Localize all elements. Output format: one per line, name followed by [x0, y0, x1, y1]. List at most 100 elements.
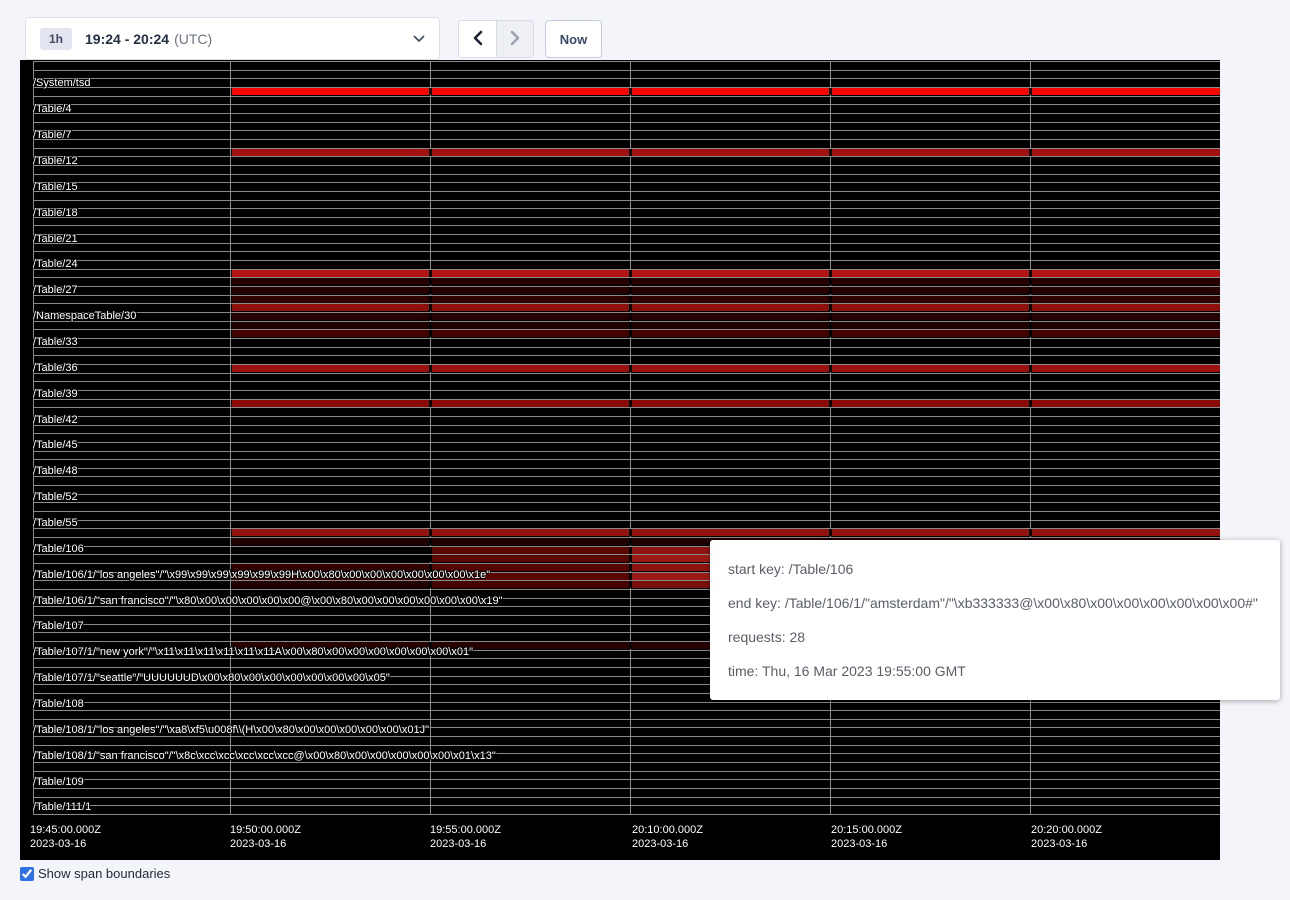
- heat-band: [1032, 322, 1220, 329]
- heat-band: [232, 538, 429, 545]
- heat-band: [232, 365, 429, 372]
- heat-band: [232, 581, 429, 588]
- heat-band: [832, 400, 1029, 407]
- heat-band: [432, 149, 629, 156]
- span-boundary-line: [33, 156, 1220, 157]
- x-axis-label: 19:55:00.000Z2023-03-16: [430, 823, 501, 851]
- span-boundary-line: [33, 182, 1220, 183]
- span-boundary-line: [33, 762, 1220, 763]
- key-label: /Table/18: [33, 207, 78, 219]
- key-label: /Table/24: [33, 258, 78, 270]
- key-label: /Table/36: [33, 362, 78, 374]
- span-boundary-line: [33, 702, 1220, 703]
- heat-band: [432, 304, 629, 311]
- heat-band: [1032, 287, 1220, 294]
- span-boundary-line: [33, 139, 1220, 140]
- prev-time-button[interactable]: [459, 21, 496, 57]
- heat-band: [832, 270, 1029, 277]
- time-bucket-line: [1030, 61, 1031, 814]
- show-span-boundaries-checkbox[interactable]: [20, 867, 34, 881]
- span-boundary-line: [33, 710, 1220, 711]
- time-nav-group: [458, 20, 534, 58]
- heat-band: [1032, 278, 1220, 285]
- span-boundary-line: [33, 208, 1220, 209]
- key-label: /Table/48: [33, 465, 78, 477]
- time-range-text: 19:24 - 20:24: [85, 31, 169, 47]
- x-axis-label: 19:50:00.000Z2023-03-16: [230, 823, 301, 851]
- heat-band: [432, 538, 629, 545]
- heat-band: [632, 304, 829, 311]
- heat-band: [232, 400, 429, 407]
- span-boundary-line: [33, 736, 1220, 737]
- heat-band: [832, 529, 1029, 536]
- span-boundary-line: [33, 476, 1220, 477]
- span-boundary-line: [33, 96, 1220, 97]
- key-label: /Table/106/1/"san francisco"/"\x80\x00\x…: [33, 595, 503, 607]
- heat-band: [432, 581, 629, 588]
- span-boundary-line: [33, 217, 1220, 218]
- heat-band: [432, 365, 629, 372]
- time-range-selector[interactable]: 1h 19:24 - 20:24 (UTC): [25, 17, 440, 60]
- heat-band: [232, 149, 429, 156]
- next-time-button[interactable]: [496, 21, 533, 57]
- span-boundary-line: [33, 502, 1220, 503]
- span-boundary-line: [33, 174, 1220, 175]
- span-boundary-line: [33, 425, 1220, 426]
- span-boundary-line: [33, 442, 1220, 443]
- time-bucket-line: [230, 61, 231, 814]
- key-label: /Table/39: [33, 388, 78, 400]
- heat-band: [1032, 149, 1220, 156]
- show-span-boundaries-label: Show span boundaries: [38, 866, 170, 881]
- heat-band: [432, 330, 629, 337]
- span-boundary-line: [33, 788, 1220, 789]
- heat-band: [232, 296, 429, 303]
- span-boundary-line: [33, 407, 1220, 408]
- heat-band: [832, 88, 1029, 95]
- time-bucket-line: [430, 61, 431, 814]
- span-boundaries-row[interactable]: Show span boundaries: [20, 866, 170, 881]
- heat-band: [232, 304, 429, 311]
- span-boundary-line: [33, 373, 1220, 374]
- span-boundary-line: [33, 459, 1220, 460]
- x-axis-label: 20:10:00.000Z2023-03-16: [632, 823, 703, 851]
- span-boundary-line: [33, 771, 1220, 772]
- heat-band: [232, 313, 429, 320]
- x-axis-label: 20:15:00.000Z2023-03-16: [831, 823, 902, 851]
- heat-band: [632, 270, 829, 277]
- span-boundary-line: [33, 260, 1220, 261]
- heat-band: [432, 529, 629, 536]
- heatmap-tooltip: start key: /Table/106 end key: /Table/10…: [710, 540, 1280, 700]
- span-boundary-line: [33, 805, 1220, 806]
- heat-band: [432, 313, 629, 320]
- heat-band: [432, 278, 629, 285]
- key-label: /Table/27: [33, 284, 78, 296]
- heat-band: [432, 287, 629, 294]
- span-boundary-line: [33, 200, 1220, 201]
- key-label: /Table/109: [33, 776, 84, 788]
- heat-band: [632, 529, 829, 536]
- span-boundary-line: [33, 745, 1220, 746]
- span-boundary-line: [33, 78, 1220, 79]
- key-label: /Table/108/1/"san francisco"/"\x8c\xcc\x…: [33, 750, 496, 762]
- now-button[interactable]: Now: [545, 20, 602, 58]
- heat-band: [432, 547, 629, 554]
- heat-band: [632, 287, 829, 294]
- key-label: /Table/107/1/"new york"/"\x11\x11\x11\x1…: [33, 646, 473, 658]
- heat-band: [832, 304, 1029, 311]
- span-boundary-line: [33, 814, 1220, 815]
- span-boundary-line: [33, 61, 1220, 62]
- heat-band: [632, 365, 829, 372]
- key-label: /Table/45: [33, 439, 78, 451]
- key-label: /NamespaceTable/30: [33, 310, 136, 322]
- span-boundary-line: [33, 485, 1220, 486]
- span-boundary-line: [33, 381, 1220, 382]
- heat-band: [832, 322, 1029, 329]
- span-boundary-line: [33, 416, 1220, 417]
- heat-band: [432, 555, 629, 562]
- span-boundary-line: [33, 122, 1220, 123]
- key-label: /Table/52: [33, 491, 78, 503]
- span-boundary-line: [33, 355, 1220, 356]
- time-bucket-line: [630, 61, 631, 814]
- heat-band: [1032, 400, 1220, 407]
- heatmap-canvas[interactable]: /System/tsd/Table/4/Table/7/Table/12/Tab…: [20, 60, 1220, 860]
